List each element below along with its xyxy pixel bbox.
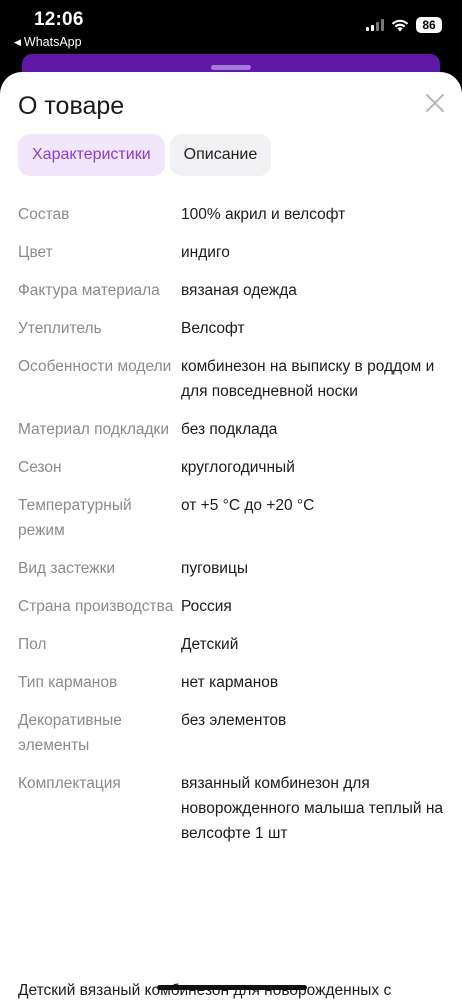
spec-value: вязанный комбинезон для новорожденного м… bbox=[181, 775, 444, 842]
spec-value: комбинезон на выписку в роддом и для пов… bbox=[181, 358, 435, 400]
cellular-signal-icon bbox=[366, 19, 384, 31]
battery-indicator: 86 bbox=[416, 17, 442, 33]
home-indicator[interactable] bbox=[157, 985, 307, 990]
spec-label: Пол bbox=[18, 636, 47, 653]
spec-row: Особенности модели комбинезон на выписку… bbox=[18, 354, 448, 404]
spec-value: 100% акрил и велсофт bbox=[181, 206, 346, 223]
spec-value: без элементов bbox=[181, 712, 287, 729]
spec-label: Температурный режим bbox=[18, 497, 132, 539]
spec-row: Комплектация вязанный комбинезон для нов… bbox=[18, 771, 448, 846]
spec-value: Велсофт bbox=[181, 320, 245, 337]
back-arrow-icon: ◀ bbox=[14, 36, 21, 47]
spec-row: Утеплитель Велсофт bbox=[18, 316, 448, 341]
spec-value: индиго bbox=[181, 244, 230, 261]
spec-label: Фактура материала bbox=[18, 282, 160, 299]
spec-label: Тип карманов bbox=[18, 674, 118, 691]
spec-row: Страна производства Россия bbox=[18, 594, 448, 619]
system-icons: 86 bbox=[366, 17, 442, 33]
spec-value: круглогодичный bbox=[181, 459, 295, 476]
sheet-grabber-handle[interactable] bbox=[211, 65, 251, 70]
back-to-app-link[interactable]: ◀ WhatsApp bbox=[14, 35, 82, 49]
spec-label: Вид застежки bbox=[18, 560, 116, 577]
spec-label: Сезон bbox=[18, 459, 62, 476]
product-info-sheet: О товаре Характеристики Описание Состав … bbox=[0, 72, 462, 1000]
spec-value: Россия bbox=[181, 598, 232, 615]
spec-row: Тип карманов нет карманов bbox=[18, 670, 448, 695]
spec-value: вязаная одежда bbox=[181, 282, 297, 299]
spec-row: Температурный режим от +5 °C до +20 °C bbox=[18, 493, 448, 543]
spec-row: Пол Детский bbox=[18, 632, 448, 657]
wifi-icon bbox=[391, 19, 409, 31]
tab-bar: Характеристики Описание bbox=[18, 134, 272, 176]
spec-value: от +5 °C до +20 °C bbox=[181, 497, 315, 514]
tab-characteristics[interactable]: Характеристики bbox=[18, 134, 165, 176]
back-app-label: WhatsApp bbox=[23, 35, 82, 49]
spec-label: Страна производства bbox=[18, 598, 174, 615]
status-time: 12:06 bbox=[34, 9, 84, 30]
spec-label: Цвет bbox=[18, 244, 53, 261]
status-bar: 12:06 ◀ WhatsApp 86 bbox=[0, 0, 462, 54]
spec-label: Декоративные элементы bbox=[18, 712, 122, 754]
tab-description[interactable]: Описание bbox=[169, 134, 272, 176]
spec-value: нет карманов bbox=[181, 674, 279, 691]
spec-label: Материал подкладки bbox=[18, 421, 169, 438]
spec-label: Комплектация bbox=[18, 775, 121, 792]
sheet-title: О товаре bbox=[18, 92, 125, 120]
spec-row: Цвет индиго bbox=[18, 240, 448, 265]
spec-row: Состав 100% акрил и велсофт bbox=[18, 202, 448, 227]
spec-value: без подклада bbox=[181, 421, 278, 438]
spec-row: Декоративные элементы без элементов bbox=[18, 708, 448, 758]
spec-row: Вид застежки пуговицы bbox=[18, 556, 448, 581]
spec-value: Детский bbox=[181, 636, 239, 653]
spec-label: Утеплитель bbox=[18, 320, 102, 337]
spec-row: Сезон круглогодичный bbox=[18, 455, 448, 480]
spec-row: Фактура материала вязаная одежда bbox=[18, 278, 448, 303]
spec-value: пуговицы bbox=[181, 560, 248, 577]
specs-list: Состав 100% акрил и велсофт Цвет индиго … bbox=[18, 202, 448, 859]
spec-row: Материал подкладки без подклада bbox=[18, 417, 448, 442]
spec-label: Особенности модели bbox=[18, 358, 172, 375]
spec-label: Состав bbox=[18, 206, 70, 223]
close-icon[interactable] bbox=[424, 92, 446, 114]
